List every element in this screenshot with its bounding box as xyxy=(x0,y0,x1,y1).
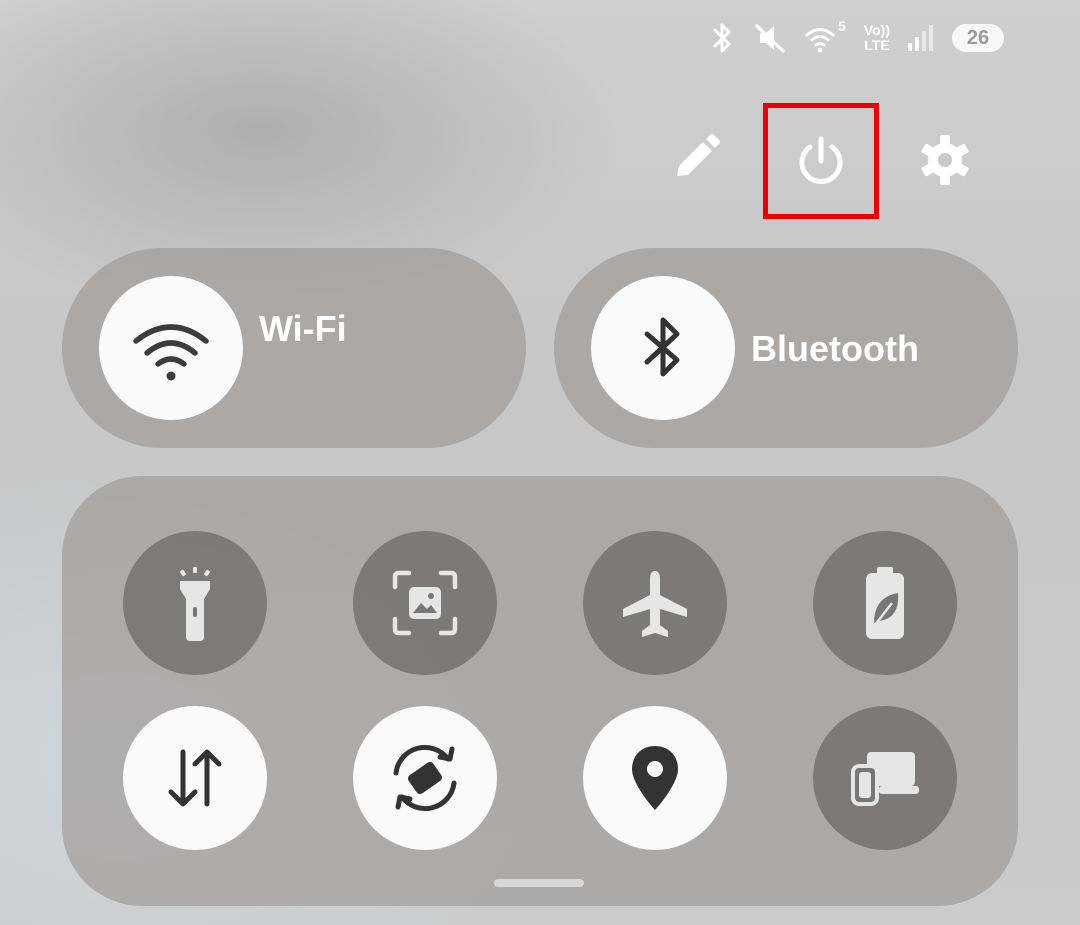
mute-icon xyxy=(755,24,785,53)
bluetooth-status-icon xyxy=(713,23,731,53)
wifi-status-icon xyxy=(805,28,835,53)
cast-devices-toggle[interactable] xyxy=(813,706,957,850)
bluetooth-tile[interactable]: Bluetooth xyxy=(554,248,1018,448)
bluetooth-icon xyxy=(644,317,680,377)
scan-icon xyxy=(392,570,458,636)
status-bar: 5 Vo)) LTE 26 xyxy=(710,18,1004,58)
gear-icon xyxy=(921,135,969,185)
wifi-generation-label: 5 xyxy=(838,18,846,34)
location-toggle[interactable] xyxy=(583,706,727,850)
auto-rotate-icon xyxy=(393,744,457,812)
drag-handle[interactable] xyxy=(494,879,584,887)
cast-devices-icon xyxy=(851,752,919,806)
wifi-label: Wi-Fi xyxy=(259,308,347,349)
bluetooth-toggle[interactable] xyxy=(591,276,735,420)
settings-button[interactable] xyxy=(910,128,980,192)
wifi-icon xyxy=(133,324,209,381)
airplane-mode-toggle[interactable] xyxy=(583,531,727,675)
volte-indicator: Vo)) LTE xyxy=(864,23,890,53)
power-button[interactable] xyxy=(763,103,879,219)
airplane-icon xyxy=(623,571,687,637)
scan-toggle[interactable] xyxy=(353,531,497,675)
pencil-icon xyxy=(677,134,720,176)
battery-indicator: 26 xyxy=(952,24,1004,52)
battery-level: 26 xyxy=(966,26,990,49)
edit-button[interactable] xyxy=(660,128,730,192)
wifi-toggle[interactable] xyxy=(99,276,243,420)
quick-toggles-panel xyxy=(62,476,1018,906)
mobile-data-toggle[interactable] xyxy=(123,706,267,850)
power-icon xyxy=(799,136,843,184)
flashlight-toggle[interactable] xyxy=(123,531,267,675)
signal-icon xyxy=(908,25,933,51)
quick-settings-actions xyxy=(0,100,1080,220)
wifi-status: 5 xyxy=(804,18,848,58)
battery-saver-icon xyxy=(866,567,904,639)
battery-saver-toggle[interactable] xyxy=(813,531,957,675)
volte-label: Vo)) xyxy=(863,22,890,38)
flashlight-icon xyxy=(180,567,210,641)
mobile-data-icon xyxy=(168,749,222,807)
auto-rotate-toggle[interactable] xyxy=(353,706,497,850)
bluetooth-label: Bluetooth xyxy=(751,328,919,369)
wifi-tile[interactable]: Wi-Fi xyxy=(62,248,526,448)
location-icon xyxy=(632,746,678,810)
lte-label: LTE xyxy=(864,37,890,53)
